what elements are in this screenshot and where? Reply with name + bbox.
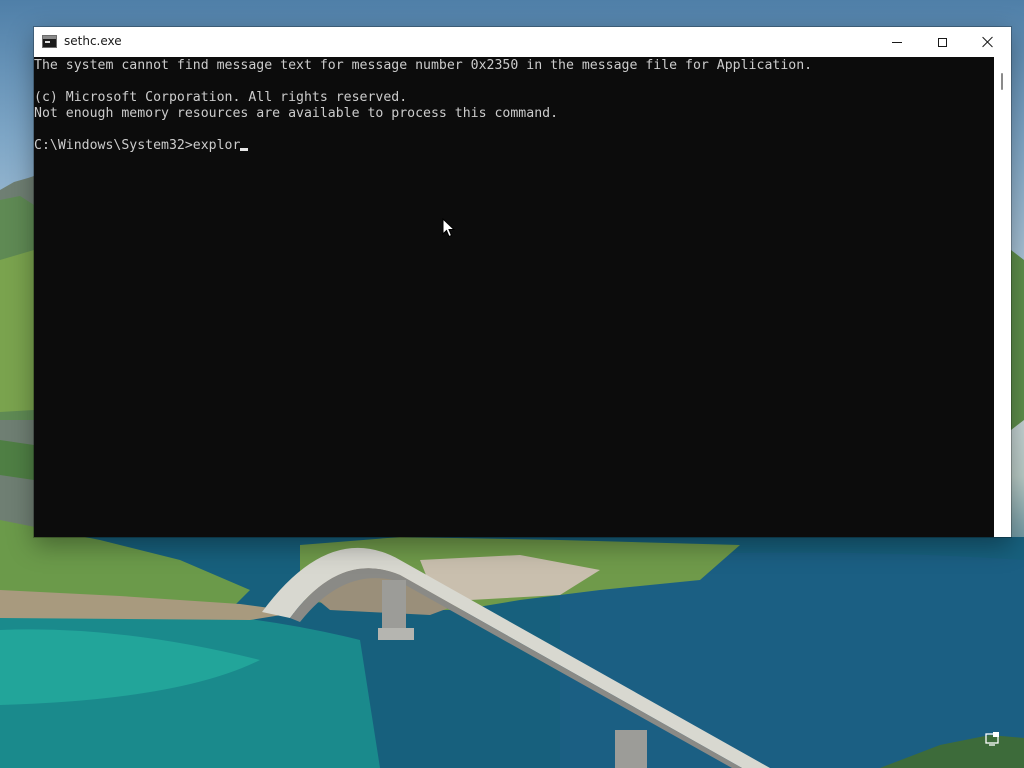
command-line[interactable]: C:\Windows\System32>explor [34, 138, 994, 154]
command-prompt: C:\Windows\System32> [34, 138, 193, 153]
scrollbar-thumb[interactable] [1001, 73, 1003, 90]
text-cursor [240, 148, 249, 151]
maximize-icon [937, 37, 947, 47]
command-input[interactable]: explor [193, 138, 241, 153]
console-line: The system cannot find message text for … [34, 58, 813, 73]
maximize-button[interactable] [919, 27, 965, 57]
console-output[interactable]: The system cannot find message text for … [34, 57, 994, 537]
minimize-button[interactable] [874, 27, 920, 57]
console-window[interactable]: sethc.exe The system cannot find message… [34, 27, 1011, 537]
console-line: (c) Microsoft Corporation. All rights re… [34, 90, 408, 105]
close-button[interactable] [965, 27, 1011, 57]
vertical-scrollbar[interactable] [994, 57, 1011, 537]
minimize-icon [892, 41, 902, 43]
title-bar[interactable]: sethc.exe [34, 27, 1011, 58]
window-title: sethc.exe [64, 34, 122, 48]
console-icon [42, 35, 57, 48]
close-icon [982, 36, 994, 48]
remote-desktop-icon[interactable] [985, 731, 1000, 746]
mouse-pointer-icon [442, 218, 456, 238]
console-line: Not enough memory resources are availabl… [34, 106, 559, 121]
